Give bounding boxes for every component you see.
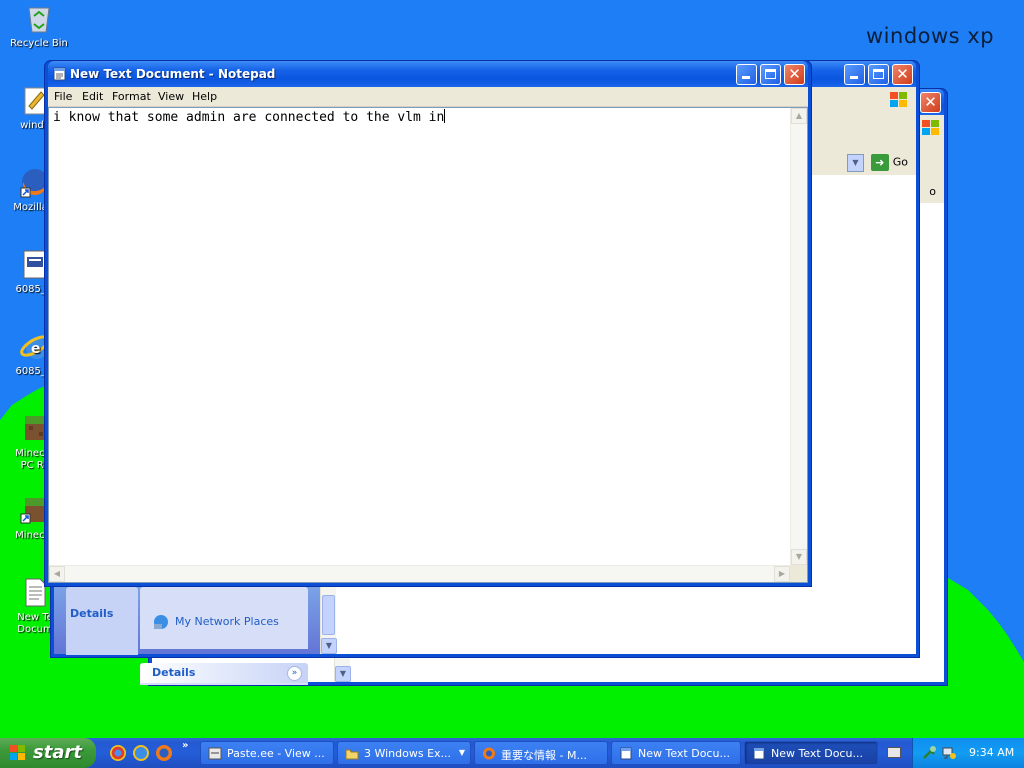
scroll-down-arrow[interactable]: ▼ xyxy=(791,549,807,565)
scroll-thumb[interactable] xyxy=(322,595,335,635)
taskbar-button-paste-ee[interactable]: Paste.ee - View ... xyxy=(200,741,334,765)
start-button[interactable]: start xyxy=(0,738,96,768)
internet-explorer-quicklaunch-icon[interactable] xyxy=(133,745,149,761)
other-places-box: My Network Places xyxy=(140,587,308,649)
windows-logo-icon xyxy=(890,92,907,107)
chrome-quicklaunch-icon[interactable] xyxy=(110,745,126,761)
explorer-close-button[interactable]: ✕ xyxy=(892,64,913,85)
safely-remove-hardware-icon[interactable] xyxy=(921,745,937,761)
details-box: Details » xyxy=(140,663,308,685)
browser-page-icon xyxy=(208,747,222,760)
taskbar: start » Paste.ee - View ... 3 Windows Ex… xyxy=(0,738,1024,768)
taskbar-button-label: 重要な情報 - M... xyxy=(501,749,587,762)
explorer-tasks-pane: Details My Network Places Details » xyxy=(54,587,320,685)
quicklaunch-more-chevron[interactable]: » xyxy=(182,740,188,751)
details-header[interactable]: Details xyxy=(140,663,308,683)
recycle-bin-icon xyxy=(23,2,55,34)
folder-icon xyxy=(345,749,359,760)
desktop-icon-recycle-bin[interactable]: Recycle Bin xyxy=(2,2,76,50)
scroll-left-arrow[interactable]: ◀ xyxy=(49,566,65,582)
taskbar-button-label: New Text Docu... xyxy=(771,747,863,760)
firefox-icon xyxy=(483,747,495,760)
menu-view[interactable]: View xyxy=(158,90,184,103)
taskbar-button-notepad-active[interactable]: New Text Docu... xyxy=(744,741,878,765)
notepad-title-bar[interactable]: New Text Document - Notepad ✕ xyxy=(48,61,808,87)
taskbar-button-notepad-1[interactable]: New Text Docu... xyxy=(611,741,741,765)
network-status-icon[interactable] xyxy=(941,745,957,761)
notepad-icon xyxy=(753,747,765,760)
go-button-label: o xyxy=(929,185,936,198)
taskbar-button-firefox[interactable]: 重要な情報 - M... xyxy=(474,741,608,765)
menu-help[interactable]: Help xyxy=(192,90,217,103)
scroll-up-arrow[interactable]: ▲ xyxy=(791,108,807,124)
details-collapse-chevron-icon[interactable]: » xyxy=(287,666,302,681)
explorer-back-close-button[interactable]: ✕ xyxy=(920,92,941,113)
address-dropdown-arrow[interactable]: ▼ xyxy=(847,154,864,172)
notepad-app-icon xyxy=(53,67,66,81)
network-places-icon xyxy=(154,615,168,629)
taskbar-button-windows-explorer-group[interactable]: 3 Windows Ex... ▼ xyxy=(337,741,471,765)
notepad-text-line: i know that some admin are connected to … xyxy=(53,109,446,125)
details-box-left: Details xyxy=(66,587,138,655)
explorer-maximize-button[interactable] xyxy=(868,64,889,85)
notepad-horizontal-scrollbar[interactable]: ◀ ▶ xyxy=(49,565,790,582)
notepad-title: New Text Document - Notepad xyxy=(70,67,276,81)
notepad-icon xyxy=(620,747,632,760)
group-dropdown-chevron-icon: ▼ xyxy=(458,748,465,757)
taskbar-clock[interactable]: 9:34 AM xyxy=(969,746,1014,759)
taskbar-button-label: New Text Docu... xyxy=(638,747,730,760)
desktop-icon-label: Recycle Bin xyxy=(10,38,68,49)
windows-flag-icon xyxy=(10,745,25,760)
go-arrow-icon: ➜ xyxy=(870,154,889,171)
language-bar-keyboard-icon[interactable] xyxy=(887,747,901,758)
menu-format[interactable]: Format xyxy=(112,90,151,103)
scroll-right-arrow[interactable]: ▶ xyxy=(774,566,790,582)
taskbar-button-label: Paste.ee - View ... xyxy=(227,747,325,760)
notepad-text-area[interactable]: i know that some admin are connected to … xyxy=(48,107,808,583)
windows-xp-wallpaper-text: windows xp xyxy=(866,24,995,48)
taskbar-button-label: 3 Windows Ex... xyxy=(364,747,452,760)
menu-edit[interactable]: Edit xyxy=(82,90,103,103)
notepad-vertical-scrollbar[interactable]: ▲ ▼ xyxy=(790,108,807,565)
details-header-partial: Details xyxy=(70,607,114,620)
text-caret xyxy=(444,109,446,123)
notepad-maximize-button[interactable] xyxy=(760,64,781,85)
start-label: start xyxy=(33,742,82,763)
explorer-back-go-button[interactable]: o xyxy=(929,185,936,205)
system-tray: 9:34 AM xyxy=(912,738,1024,768)
explorer-tasks-scrollbar[interactable]: ▼ xyxy=(320,587,337,654)
notepad-minimize-button[interactable] xyxy=(736,64,757,85)
menu-file[interactable]: File xyxy=(54,90,72,103)
scroll-down-arrow[interactable]: ▼ xyxy=(321,638,337,654)
desktop: windows xp Recycle Bin windo Mozilla F 6… xyxy=(0,0,1024,738)
notepad-menubar: File Edit Format View Help xyxy=(48,87,808,107)
svg-text:e: e xyxy=(31,341,41,357)
firefox-quicklaunch-icon[interactable] xyxy=(156,745,172,761)
windows-logo-icon xyxy=(922,120,939,135)
notepad-content: i know that some admin are connected to … xyxy=(53,110,445,125)
notepad-close-button[interactable]: ✕ xyxy=(784,64,805,85)
explorer-minimize-button[interactable] xyxy=(844,64,865,85)
go-button-label: Go xyxy=(892,155,908,169)
explorer-go-button[interactable]: ➜ Go xyxy=(870,154,908,174)
resize-grip[interactable] xyxy=(790,565,807,582)
my-network-places-link[interactable]: My Network Places xyxy=(175,615,279,628)
scroll-down-arrow[interactable]: ▼ xyxy=(335,666,351,682)
notepad-window[interactable]: New Text Document - Notepad ✕ File Edit … xyxy=(44,60,812,587)
